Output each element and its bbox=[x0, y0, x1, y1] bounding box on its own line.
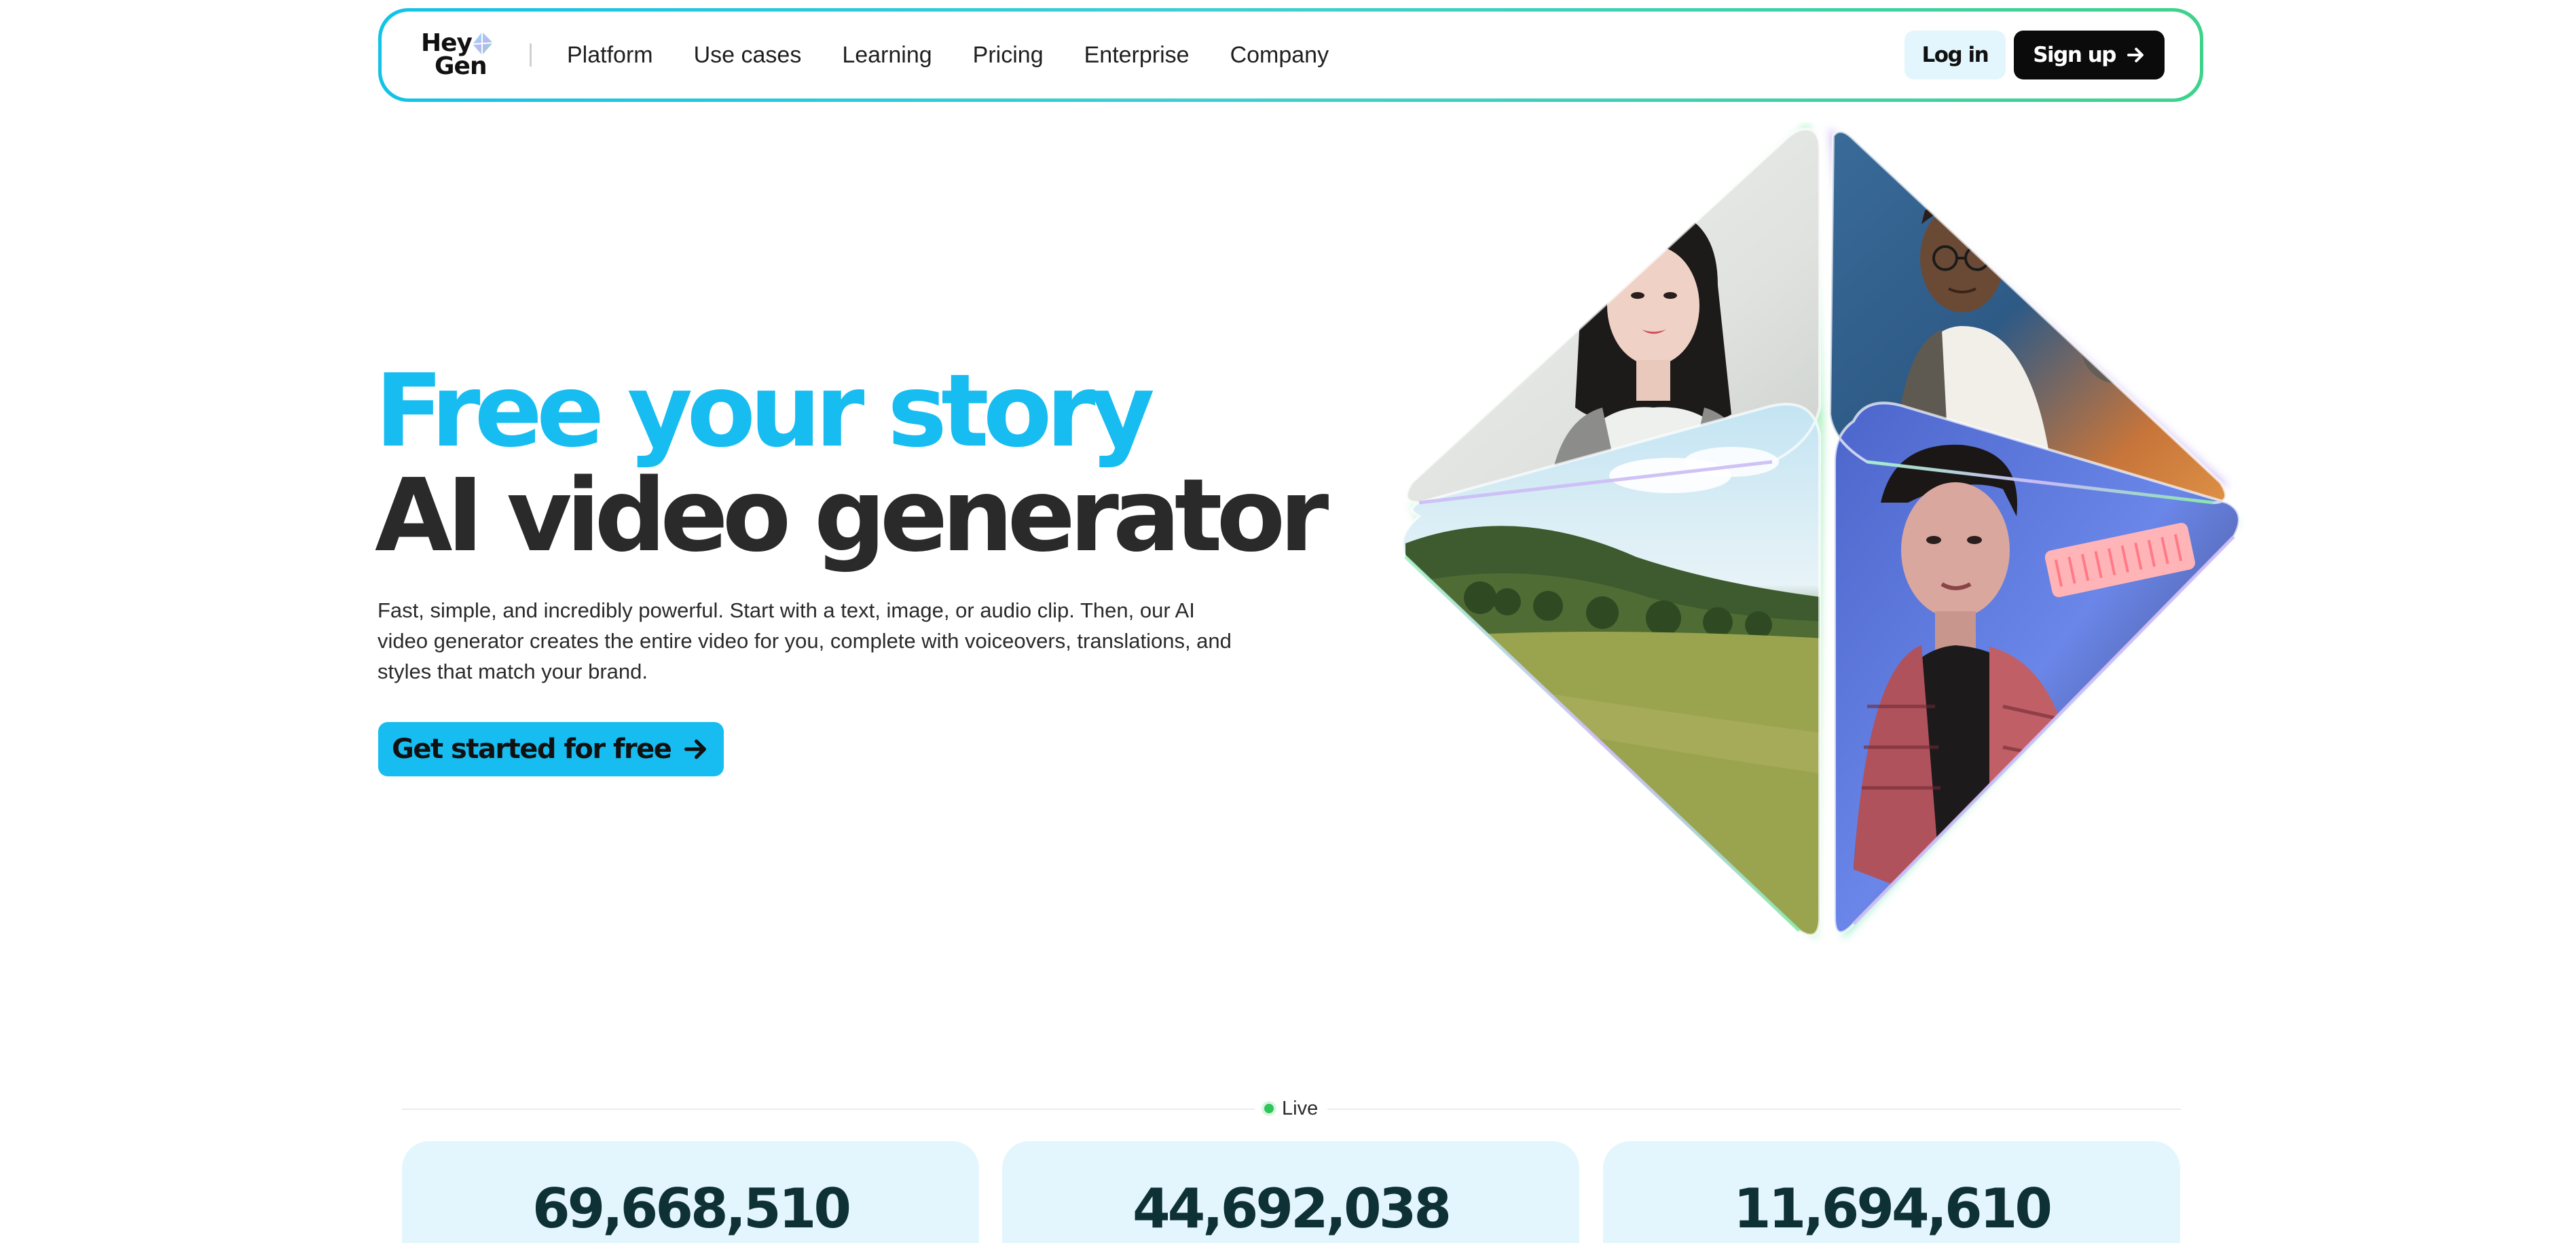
signup-button-label: Sign up bbox=[2033, 43, 2116, 67]
heygen-logo[interactable]: Hey Gen bbox=[421, 29, 497, 81]
stat-value: 44,692,038 bbox=[1132, 1177, 1452, 1240]
arrow-right-icon bbox=[684, 739, 707, 759]
nav-link-enterprise[interactable]: Enterprise bbox=[1084, 42, 1190, 69]
stat-card: 69,668,510 bbox=[402, 1141, 979, 1243]
top-navigation-frame: Hey Gen Platform Use cases Learning Pric… bbox=[378, 8, 2203, 102]
stat-value: 11,694,610 bbox=[1733, 1177, 2053, 1240]
live-indicator: Live bbox=[1255, 1095, 1328, 1122]
hero-title-primary: Free your story bbox=[375, 353, 1155, 469]
nav-link-use-cases[interactable]: Use cases bbox=[694, 42, 802, 69]
stat-value: 69,668,510 bbox=[532, 1177, 851, 1240]
nav-links: Platform Use cases Learning Pricing Ente… bbox=[567, 42, 1369, 69]
get-started-button[interactable]: Get started for free bbox=[378, 722, 724, 776]
hero-description: Fast, simple, and incredibly powerful. S… bbox=[378, 598, 1232, 683]
stat-card: 11,694,610 bbox=[1603, 1141, 2180, 1243]
nav-link-pricing[interactable]: Pricing bbox=[973, 42, 1044, 69]
nav-link-company[interactable]: Company bbox=[1230, 42, 1329, 69]
signup-button[interactable]: Sign up bbox=[2014, 31, 2165, 79]
arrow-right-icon bbox=[2127, 48, 2143, 62]
hero-title-secondary: AI video generator bbox=[375, 457, 1329, 574]
nav-link-platform[interactable]: Platform bbox=[567, 42, 653, 69]
stat-card: 44,692,038 bbox=[1002, 1141, 1579, 1243]
top-navigation: Hey Gen Platform Use cases Learning Pric… bbox=[382, 12, 2200, 98]
heygen-landing-page: Hey Gen Platform Use cases Learning Pric… bbox=[0, 0, 2576, 1243]
logo-gem-icon bbox=[472, 32, 494, 55]
login-button[interactable]: Log in bbox=[1904, 31, 2006, 79]
nav-divider bbox=[530, 43, 532, 67]
live-label: Live bbox=[1282, 1097, 1319, 1119]
nav-link-learning[interactable]: Learning bbox=[842, 42, 932, 69]
hero-video-diamond bbox=[1401, 122, 2241, 941]
live-status-dot-icon bbox=[1264, 1104, 1274, 1113]
get-started-button-label: Get started for free bbox=[392, 734, 672, 765]
logo-wordmark-line2: Gen bbox=[435, 52, 487, 80]
